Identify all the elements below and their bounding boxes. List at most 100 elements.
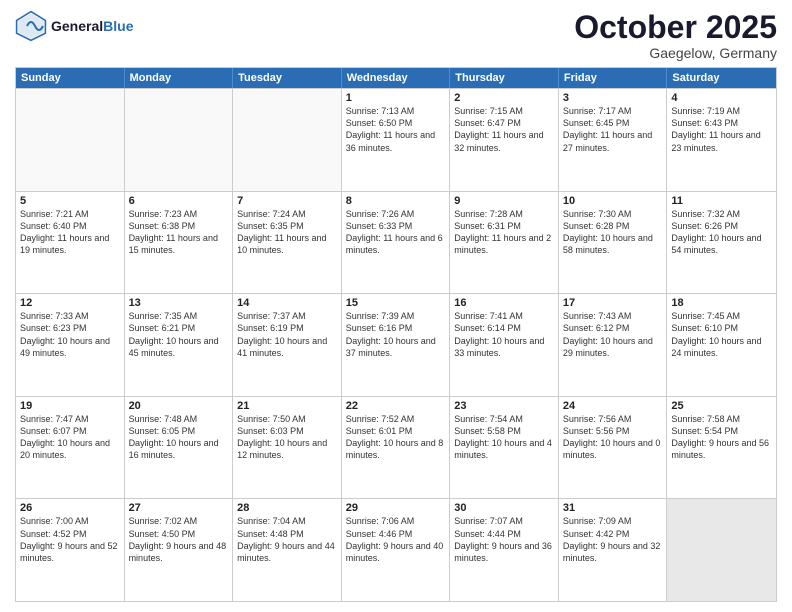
day-number: 4 bbox=[671, 92, 772, 104]
day-number: 10 bbox=[563, 195, 663, 207]
day-number: 13 bbox=[129, 297, 229, 309]
day-cell-3: 3Sunrise: 7:17 AM Sunset: 6:45 PM Daylig… bbox=[559, 89, 668, 191]
day-number: 31 bbox=[563, 502, 663, 514]
day-details: Sunrise: 7:58 AM Sunset: 5:54 PM Dayligh… bbox=[671, 413, 772, 462]
day-cell-21: 21Sunrise: 7:50 AM Sunset: 6:03 PM Dayli… bbox=[233, 397, 342, 499]
calendar-header: SundayMondayTuesdayWednesdayThursdayFrid… bbox=[16, 68, 776, 88]
empty-cell-0-2 bbox=[233, 89, 342, 191]
day-number: 15 bbox=[346, 297, 446, 309]
logo: GeneralBlue bbox=[15, 10, 133, 42]
day-cell-31: 31Sunrise: 7:09 AM Sunset: 4:42 PM Dayli… bbox=[559, 499, 668, 601]
day-details: Sunrise: 7:54 AM Sunset: 5:58 PM Dayligh… bbox=[454, 413, 554, 462]
day-details: Sunrise: 7:41 AM Sunset: 6:14 PM Dayligh… bbox=[454, 310, 554, 359]
logo-icon bbox=[15, 10, 47, 42]
day-cell-16: 16Sunrise: 7:41 AM Sunset: 6:14 PM Dayli… bbox=[450, 294, 559, 396]
title-block: October 2025 Gaegelow, Germany bbox=[574, 10, 777, 61]
day-number: 19 bbox=[20, 400, 120, 412]
day-details: Sunrise: 7:28 AM Sunset: 6:31 PM Dayligh… bbox=[454, 208, 554, 257]
day-number: 5 bbox=[20, 195, 120, 207]
day-details: Sunrise: 7:32 AM Sunset: 6:26 PM Dayligh… bbox=[671, 208, 772, 257]
day-details: Sunrise: 7:15 AM Sunset: 6:47 PM Dayligh… bbox=[454, 105, 554, 154]
day-number: 1 bbox=[346, 92, 446, 104]
day-details: Sunrise: 7:30 AM Sunset: 6:28 PM Dayligh… bbox=[563, 208, 663, 257]
calendar-row-0: 1Sunrise: 7:13 AM Sunset: 6:50 PM Daylig… bbox=[16, 88, 776, 191]
day-number: 17 bbox=[563, 297, 663, 309]
day-cell-10: 10Sunrise: 7:30 AM Sunset: 6:28 PM Dayli… bbox=[559, 192, 668, 294]
day-details: Sunrise: 7:33 AM Sunset: 6:23 PM Dayligh… bbox=[20, 310, 120, 359]
day-number: 9 bbox=[454, 195, 554, 207]
day-number: 30 bbox=[454, 502, 554, 514]
day-details: Sunrise: 7:06 AM Sunset: 4:46 PM Dayligh… bbox=[346, 515, 446, 564]
header-day-wednesday: Wednesday bbox=[342, 68, 451, 88]
logo-text: GeneralBlue bbox=[51, 18, 133, 34]
day-cell-29: 29Sunrise: 7:06 AM Sunset: 4:46 PM Dayli… bbox=[342, 499, 451, 601]
calendar-body: 1Sunrise: 7:13 AM Sunset: 6:50 PM Daylig… bbox=[16, 88, 776, 601]
day-number: 7 bbox=[237, 195, 337, 207]
day-details: Sunrise: 7:47 AM Sunset: 6:07 PM Dayligh… bbox=[20, 413, 120, 462]
day-cell-8: 8Sunrise: 7:26 AM Sunset: 6:33 PM Daylig… bbox=[342, 192, 451, 294]
day-cell-14: 14Sunrise: 7:37 AM Sunset: 6:19 PM Dayli… bbox=[233, 294, 342, 396]
day-cell-20: 20Sunrise: 7:48 AM Sunset: 6:05 PM Dayli… bbox=[125, 397, 234, 499]
day-number: 22 bbox=[346, 400, 446, 412]
day-cell-13: 13Sunrise: 7:35 AM Sunset: 6:21 PM Dayli… bbox=[125, 294, 234, 396]
day-cell-18: 18Sunrise: 7:45 AM Sunset: 6:10 PM Dayli… bbox=[667, 294, 776, 396]
day-details: Sunrise: 7:39 AM Sunset: 6:16 PM Dayligh… bbox=[346, 310, 446, 359]
day-cell-5: 5Sunrise: 7:21 AM Sunset: 6:40 PM Daylig… bbox=[16, 192, 125, 294]
day-details: Sunrise: 7:26 AM Sunset: 6:33 PM Dayligh… bbox=[346, 208, 446, 257]
day-cell-24: 24Sunrise: 7:56 AM Sunset: 5:56 PM Dayli… bbox=[559, 397, 668, 499]
header-day-thursday: Thursday bbox=[450, 68, 559, 88]
day-cell-7: 7Sunrise: 7:24 AM Sunset: 6:35 PM Daylig… bbox=[233, 192, 342, 294]
page: GeneralBlue October 2025 Gaegelow, Germa… bbox=[0, 0, 792, 612]
empty-cell-0-0 bbox=[16, 89, 125, 191]
calendar-row-1: 5Sunrise: 7:21 AM Sunset: 6:40 PM Daylig… bbox=[16, 191, 776, 294]
day-details: Sunrise: 7:37 AM Sunset: 6:19 PM Dayligh… bbox=[237, 310, 337, 359]
day-details: Sunrise: 7:04 AM Sunset: 4:48 PM Dayligh… bbox=[237, 515, 337, 564]
day-cell-15: 15Sunrise: 7:39 AM Sunset: 6:16 PM Dayli… bbox=[342, 294, 451, 396]
day-cell-1: 1Sunrise: 7:13 AM Sunset: 6:50 PM Daylig… bbox=[342, 89, 451, 191]
empty-cell-4-6 bbox=[667, 499, 776, 601]
calendar: SundayMondayTuesdayWednesdayThursdayFrid… bbox=[15, 67, 777, 602]
day-number: 24 bbox=[563, 400, 663, 412]
calendar-row-3: 19Sunrise: 7:47 AM Sunset: 6:07 PM Dayli… bbox=[16, 396, 776, 499]
calendar-row-4: 26Sunrise: 7:00 AM Sunset: 4:52 PM Dayli… bbox=[16, 498, 776, 601]
day-cell-12: 12Sunrise: 7:33 AM Sunset: 6:23 PM Dayli… bbox=[16, 294, 125, 396]
day-cell-2: 2Sunrise: 7:15 AM Sunset: 6:47 PM Daylig… bbox=[450, 89, 559, 191]
day-details: Sunrise: 7:07 AM Sunset: 4:44 PM Dayligh… bbox=[454, 515, 554, 564]
day-number: 14 bbox=[237, 297, 337, 309]
day-cell-19: 19Sunrise: 7:47 AM Sunset: 6:07 PM Dayli… bbox=[16, 397, 125, 499]
header-day-saturday: Saturday bbox=[667, 68, 776, 88]
day-number: 8 bbox=[346, 195, 446, 207]
day-number: 11 bbox=[671, 195, 772, 207]
day-details: Sunrise: 7:23 AM Sunset: 6:38 PM Dayligh… bbox=[129, 208, 229, 257]
day-number: 12 bbox=[20, 297, 120, 309]
day-number: 6 bbox=[129, 195, 229, 207]
calendar-row-2: 12Sunrise: 7:33 AM Sunset: 6:23 PM Dayli… bbox=[16, 293, 776, 396]
day-number: 21 bbox=[237, 400, 337, 412]
day-cell-22: 22Sunrise: 7:52 AM Sunset: 6:01 PM Dayli… bbox=[342, 397, 451, 499]
empty-cell-0-1 bbox=[125, 89, 234, 191]
month-title: October 2025 bbox=[574, 10, 777, 45]
day-details: Sunrise: 7:13 AM Sunset: 6:50 PM Dayligh… bbox=[346, 105, 446, 154]
day-details: Sunrise: 7:17 AM Sunset: 6:45 PM Dayligh… bbox=[563, 105, 663, 154]
day-cell-26: 26Sunrise: 7:00 AM Sunset: 4:52 PM Dayli… bbox=[16, 499, 125, 601]
day-details: Sunrise: 7:00 AM Sunset: 4:52 PM Dayligh… bbox=[20, 515, 120, 564]
day-number: 20 bbox=[129, 400, 229, 412]
day-details: Sunrise: 7:48 AM Sunset: 6:05 PM Dayligh… bbox=[129, 413, 229, 462]
day-number: 23 bbox=[454, 400, 554, 412]
day-cell-27: 27Sunrise: 7:02 AM Sunset: 4:50 PM Dayli… bbox=[125, 499, 234, 601]
day-cell-17: 17Sunrise: 7:43 AM Sunset: 6:12 PM Dayli… bbox=[559, 294, 668, 396]
day-cell-30: 30Sunrise: 7:07 AM Sunset: 4:44 PM Dayli… bbox=[450, 499, 559, 601]
day-details: Sunrise: 7:45 AM Sunset: 6:10 PM Dayligh… bbox=[671, 310, 772, 359]
day-details: Sunrise: 7:50 AM Sunset: 6:03 PM Dayligh… bbox=[237, 413, 337, 462]
day-details: Sunrise: 7:21 AM Sunset: 6:40 PM Dayligh… bbox=[20, 208, 120, 257]
day-cell-9: 9Sunrise: 7:28 AM Sunset: 6:31 PM Daylig… bbox=[450, 192, 559, 294]
day-cell-23: 23Sunrise: 7:54 AM Sunset: 5:58 PM Dayli… bbox=[450, 397, 559, 499]
day-number: 2 bbox=[454, 92, 554, 104]
day-number: 27 bbox=[129, 502, 229, 514]
header-day-sunday: Sunday bbox=[16, 68, 125, 88]
day-number: 28 bbox=[237, 502, 337, 514]
day-number: 29 bbox=[346, 502, 446, 514]
day-details: Sunrise: 7:43 AM Sunset: 6:12 PM Dayligh… bbox=[563, 310, 663, 359]
day-details: Sunrise: 7:09 AM Sunset: 4:42 PM Dayligh… bbox=[563, 515, 663, 564]
day-details: Sunrise: 7:35 AM Sunset: 6:21 PM Dayligh… bbox=[129, 310, 229, 359]
